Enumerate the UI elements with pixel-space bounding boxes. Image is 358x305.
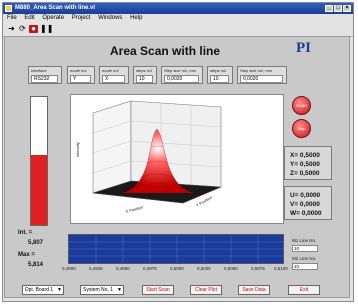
param-value[interactable]: RS232 — [31, 75, 58, 83]
line-scan-display — [68, 234, 284, 264]
line-axis-tick: 0,4925 — [89, 266, 103, 271]
menu-edit[interactable]: Edit — [24, 15, 34, 21]
menu-file[interactable]: File — [7, 15, 17, 21]
system-select-value: System No. 1 — [83, 287, 114, 293]
menu-windows[interactable]: Windows — [98, 15, 122, 21]
board-select-value: Dpt. Board 1 — [25, 287, 54, 293]
param-interface[interactable]: Interface RS232 — [28, 66, 62, 84]
y-value: Y= 0,5000 — [290, 161, 320, 168]
param-value[interactable]: Y — [70, 75, 91, 83]
line-axis-tick: 0,5025 — [197, 266, 211, 271]
m1-line-value[interactable]: 10 — [292, 245, 318, 252]
w-value: W= 0,0000 — [290, 210, 322, 217]
line-axis-tick: 0,4900 — [62, 266, 76, 271]
param-label: steps m2 — [210, 68, 227, 73]
max-value: 5,814 — [28, 262, 44, 268]
menu-bar: File Edit Operate Project Windows Help — [3, 14, 353, 23]
panel-title: Area Scan with line — [110, 44, 221, 58]
abort-icon[interactable]: ● — [29, 25, 38, 33]
line-axis-tick: 0,4950 — [116, 266, 130, 271]
param-label: mode m2 — [102, 68, 119, 73]
param-value[interactable]: 0,0020 — [164, 75, 199, 83]
param-steps-m2[interactable]: steps m2 10 — [207, 66, 233, 84]
save-data-button[interactable]: Save Data — [238, 285, 270, 295]
dropdown-arrow-icon: ▼ — [57, 287, 62, 293]
line-axis-tick: 0,5075 — [251, 266, 265, 271]
m1-line-label: M1 Line No. — [292, 238, 317, 243]
start-scan-button[interactable]: Start Scan — [142, 285, 174, 295]
system-select[interactable]: System No. 1 ▼ — [80, 285, 124, 295]
param-label: Step size m2, mm — [240, 68, 273, 73]
surface-plot-svg: Intensity X Position Y Position — [75, 100, 222, 214]
z-axis-label: Intensity — [75, 142, 80, 157]
z-value: Z= 0,5000 — [290, 170, 320, 177]
maximize-button[interactable]: □ — [334, 5, 342, 12]
param-value[interactable]: X — [102, 75, 125, 83]
window-title: M880_Area Scan with line.vi — [15, 5, 96, 11]
param-value[interactable]: 10 — [210, 75, 229, 83]
board-select[interactable]: Dpt. Board 1 ▼ — [22, 285, 64, 295]
line-scan-grid — [69, 235, 283, 263]
labview-icon — [5, 5, 12, 12]
gauge-fill — [31, 154, 47, 225]
toolbar: ➜ ⟳ ● ❚❚ — [3, 23, 353, 37]
param-label: Interface — [31, 68, 47, 73]
line-axis-tick: 0,5050 — [224, 266, 238, 271]
param-mode-m1[interactable]: mode m1 Y — [67, 66, 95, 84]
int-value: 5,807 — [28, 240, 44, 246]
minimize-button[interactable]: _ — [325, 5, 333, 12]
title-bar: M880_Area Scan with line.vi _ □ × — [3, 3, 353, 14]
menu-project[interactable]: Project — [72, 15, 91, 21]
int-label: Int. = — [18, 230, 33, 236]
m2-line-label: M2 Line No. — [292, 256, 317, 261]
line-axis-tick: 0,4975 — [143, 266, 157, 271]
xyz-readout: X= 0,5000 Y= 0,5000 Z= 0,5000 — [284, 146, 332, 180]
u-value: U= 0,0000 — [290, 192, 321, 199]
x-value: X= 0,5000 — [290, 152, 320, 159]
menu-operate[interactable]: Operate — [42, 15, 64, 21]
param-steps-m1[interactable]: steps m1 10 — [133, 66, 157, 84]
run-continuous-icon[interactable]: ⟳ — [18, 25, 27, 33]
line-axis-tick: 0,5100 — [274, 266, 288, 271]
pause-icon[interactable]: ❚❚ — [40, 25, 53, 33]
menu-help[interactable]: Help — [130, 15, 142, 21]
dropdown-arrow-icon: ▼ — [117, 287, 122, 293]
param-label: mode m1 — [70, 68, 87, 73]
x-axis-label: X Position — [125, 204, 144, 213]
stop-button[interactable]: Stop — [292, 119, 311, 138]
uvw-readout: U= 0,0000 V= 0,0000 W= 0,0000 — [284, 186, 332, 220]
m2-line-value[interactable]: 10 — [292, 263, 318, 270]
param-label: steps m1 — [136, 68, 153, 73]
param-label: Step size m1, mm — [164, 68, 197, 73]
v-value: V= 0,0000 — [290, 201, 320, 208]
param-value[interactable]: 10 — [136, 75, 153, 83]
pi-logo: PI — [296, 40, 311, 56]
intensity-gauge — [30, 96, 48, 226]
param-step-size-m1[interactable]: Step size m1, mm 0,0020 — [161, 66, 203, 84]
scan-button[interactable]: SCAN — [292, 96, 311, 115]
param-step-size-m2[interactable]: Step size m2, mm 0,0020 — [237, 66, 287, 84]
run-arrow-icon[interactable]: ➜ — [7, 25, 16, 33]
surface-plot: Intensity X Position Y Position — [70, 94, 284, 224]
param-mode-m2[interactable]: mode m2 X — [99, 66, 129, 84]
clear-plot-button[interactable]: Clear Plot — [190, 285, 222, 295]
line-axis-tick: 0,5000 — [170, 266, 184, 271]
close-button[interactable]: × — [343, 5, 351, 12]
exit-button[interactable]: Exit — [288, 285, 320, 295]
max-label: Max = — [18, 252, 35, 258]
param-value[interactable]: 0,0020 — [240, 75, 283, 83]
